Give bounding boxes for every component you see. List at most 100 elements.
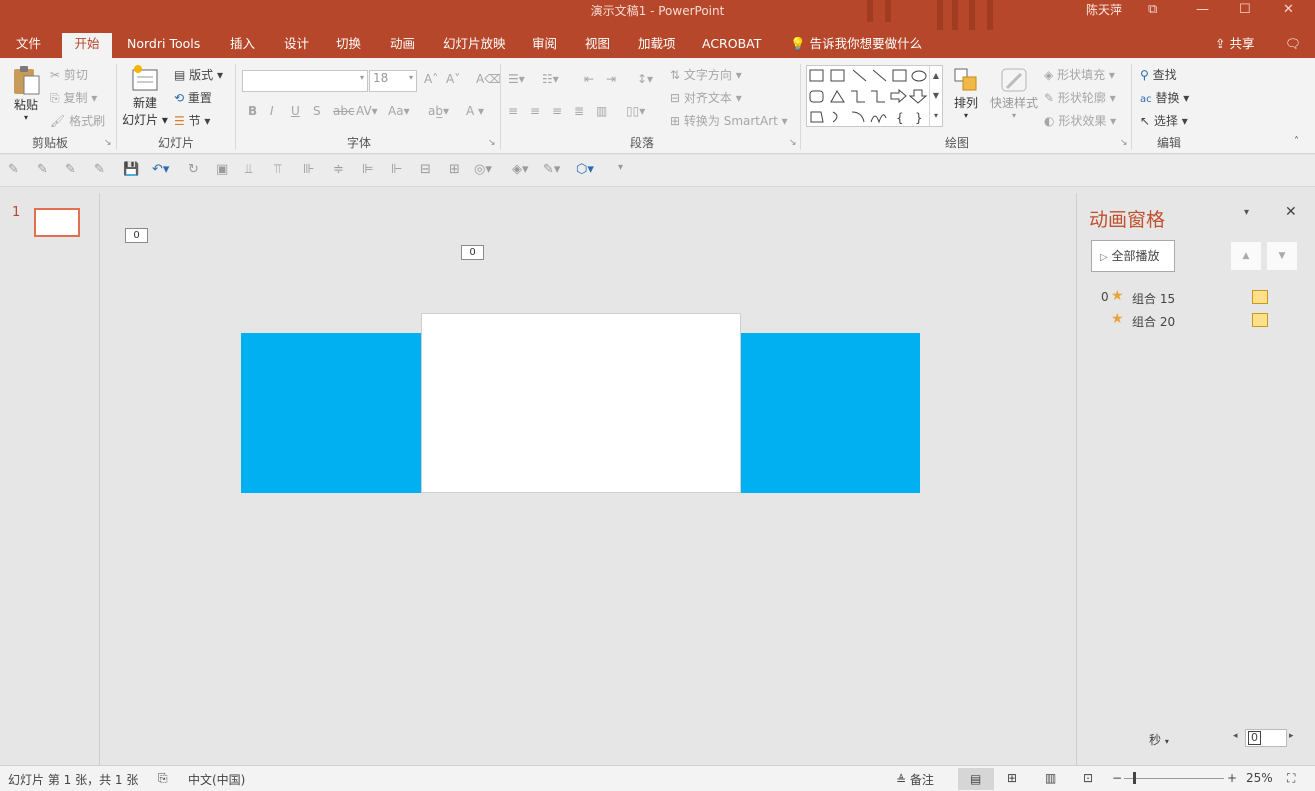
minimize-icon[interactable]: — (1196, 2, 1209, 17)
columns-icon[interactable]: ▯▯▾ (626, 104, 645, 118)
move-up-icon[interactable]: ▲ (1231, 242, 1261, 270)
save-icon[interactable]: 💾 (123, 162, 139, 177)
slideshow-view-icon[interactable]: ⊡ (1083, 771, 1093, 785)
play-all-button[interactable]: ▷ 全部播放 (1091, 240, 1175, 272)
tab-slideshow[interactable]: 幻灯片放映 (433, 33, 516, 58)
present-icon[interactable]: ▣ (216, 162, 228, 177)
zoom-level[interactable]: 25% (1246, 771, 1273, 785)
tab-insert[interactable]: 插入 (220, 33, 265, 58)
font-color-icon[interactable]: A ▾ (466, 104, 484, 118)
normal-view-button[interactable]: ▤ (958, 768, 994, 790)
eyedropper-icon[interactable]: ✎ (94, 162, 105, 177)
shape-outline-qat-icon[interactable]: ✎▾ (543, 162, 560, 177)
align-left-obj-icon[interactable]: ⊩ (391, 162, 402, 177)
italic-icon[interactable]: I (270, 104, 274, 118)
spell-check-icon[interactable]: ⎘ (158, 771, 168, 786)
align-right-icon[interactable]: ≡ (552, 104, 562, 118)
char-spacing-icon[interactable]: AV▾ (356, 104, 378, 118)
shadow-icon[interactable]: S (313, 104, 321, 118)
numbering-icon[interactable]: ☷▾ (542, 72, 559, 86)
timeline-scale[interactable]: 0 (1245, 729, 1287, 747)
underline-icon[interactable]: U (291, 104, 300, 118)
select-button[interactable]: ↖ 选择 ▾ (1140, 112, 1188, 129)
reset-button[interactable]: ⟲ 重置 (174, 89, 212, 106)
shape-outline-button[interactable]: ✎ 形状轮廓 ▾ (1044, 89, 1116, 106)
text-direction-button[interactable]: ⇅ 文字方向 ▾ (670, 66, 742, 83)
animation-list-item[interactable]: 0 ★ 组合 15 (1077, 288, 1315, 310)
ribbon-display-options-icon[interactable]: ⧉ (1148, 2, 1157, 17)
comments-icon[interactable]: 🗨 (1275, 33, 1311, 58)
tab-view[interactable]: 视图 (575, 33, 620, 58)
align-left-icon[interactable]: ≡ (508, 104, 518, 118)
tab-design[interactable]: 设计 (274, 33, 319, 58)
distribute-icon[interactable]: ▥ (596, 104, 607, 118)
notes-button[interactable]: ≜ 备注 (896, 771, 934, 788)
increase-font-icon[interactable]: A˄ (424, 72, 438, 86)
replace-button[interactable]: ac 替换 ▾ (1140, 89, 1189, 106)
zoom-slider[interactable] (1124, 778, 1224, 779)
tab-file[interactable]: 文件 (6, 33, 51, 58)
tell-me-search[interactable]: 💡 告诉我你想要做什么 (780, 33, 932, 58)
customize-toolbar-icon[interactable]: ▾ (618, 162, 623, 173)
find-button[interactable]: ⚲ 查找 (1140, 66, 1177, 83)
decrease-indent-icon[interactable]: ⇤ (584, 72, 594, 86)
decrease-font-icon[interactable]: A˅ (446, 72, 460, 86)
shape-fill-qat-icon[interactable]: ◈▾ (512, 162, 529, 177)
font-size-combo[interactable]: 18 ▾ (369, 70, 417, 92)
change-case-icon[interactable]: Aa▾ (388, 104, 410, 118)
tab-nordri-tools[interactable]: Nordri Tools (117, 33, 210, 58)
fit-to-window-icon[interactable]: ⛶ (1287, 771, 1295, 786)
align-center-icon[interactable]: ≡ (530, 104, 540, 118)
white-rectangle[interactable] (421, 313, 741, 493)
font-name-combo[interactable]: ▾ (242, 70, 368, 92)
align-text-button[interactable]: ⊟ 对齐文本 ▾ (670, 89, 742, 106)
collapse-ribbon-icon[interactable]: ˄ (1294, 136, 1299, 147)
shape-fill-button[interactable]: ◈ 形状填充 ▾ (1044, 66, 1115, 83)
merge-shapes-icon[interactable]: ◎▾ (474, 162, 492, 177)
animation-list-item[interactable]: ★ 组合 20 (1077, 311, 1315, 333)
share-button[interactable]: ⇪ 共享 (1205, 33, 1264, 58)
font-launcher-icon[interactable]: ↘ (488, 138, 496, 148)
tab-home[interactable]: 开始 (62, 33, 112, 58)
zoom-out-icon[interactable]: − (1112, 771, 1122, 785)
align-right-obj-icon[interactable]: ⊫ (362, 162, 373, 177)
zoom-in-icon[interactable]: + (1227, 771, 1237, 785)
convert-smartart-button[interactable]: ⊞ 转换为 SmartArt ▾ (670, 112, 788, 129)
quick-styles-button[interactable]: 快速样式 ▾ (988, 66, 1040, 120)
cut-button[interactable]: ✂ 剪切 (50, 66, 88, 83)
align-middle-icon[interactable]: ⊪ (303, 162, 314, 177)
pane-options-icon[interactable]: ▾ (1244, 207, 1249, 218)
change-shape-icon[interactable]: ⬡▾ (576, 162, 594, 177)
tab-transitions[interactable]: 切换 (326, 33, 371, 58)
redo-icon[interactable]: ↻ (188, 162, 199, 177)
move-down-icon[interactable]: ▼ (1267, 242, 1297, 270)
animation-tag[interactable]: 0 (461, 245, 484, 260)
animation-tag[interactable]: 0 (125, 228, 148, 243)
user-name[interactable]: 陈天萍 (1086, 1, 1122, 18)
undo-icon[interactable]: ↶▾ (152, 162, 169, 177)
new-slide-button[interactable]: 新建 幻灯片 ▾ (122, 64, 168, 128)
shapes-gallery[interactable]: { } ▲ ▼ ▾ (806, 65, 943, 127)
highlight-icon[interactable]: ab̲▾ (428, 104, 449, 118)
clear-format-icon[interactable]: A⌫ (476, 72, 501, 86)
slide-sorter-icon[interactable]: ⊞ (1007, 771, 1017, 785)
language-status[interactable]: 中文(中国) (188, 771, 245, 788)
maximize-icon[interactable]: ☐ (1239, 2, 1251, 17)
bold-icon[interactable]: B (248, 104, 257, 118)
align-bottom-icon[interactable]: ⫫ (245, 162, 252, 177)
section-button[interactable]: ☰ 节 ▾ (174, 112, 210, 129)
drawing-launcher-icon[interactable]: ↘ (1120, 138, 1128, 148)
zoom-slider-thumb[interactable] (1133, 772, 1136, 784)
eyedropper-icon[interactable]: ✎ (37, 162, 48, 177)
format-painter-button[interactable]: 🖌 格式刷 (50, 112, 105, 129)
gallery-scroll[interactable]: ▲ ▼ ▾ (929, 66, 942, 126)
seconds-dropdown[interactable]: 秒 ▾ (1149, 731, 1169, 748)
tab-animations[interactable]: 动画 (380, 33, 425, 58)
eyedropper-icon[interactable]: ✎ (8, 162, 19, 177)
timeline-right-icon[interactable]: ▸ (1289, 731, 1294, 741)
reading-view-icon[interactable]: ▥ (1045, 771, 1056, 785)
paste-button[interactable]: 粘贴 ▾ (8, 64, 44, 122)
bullets-icon[interactable]: ☰▾ (508, 72, 525, 86)
line-spacing-icon[interactable]: ↕▾ (637, 72, 653, 86)
align-top-icon[interactable]: ⫪ (274, 162, 281, 177)
